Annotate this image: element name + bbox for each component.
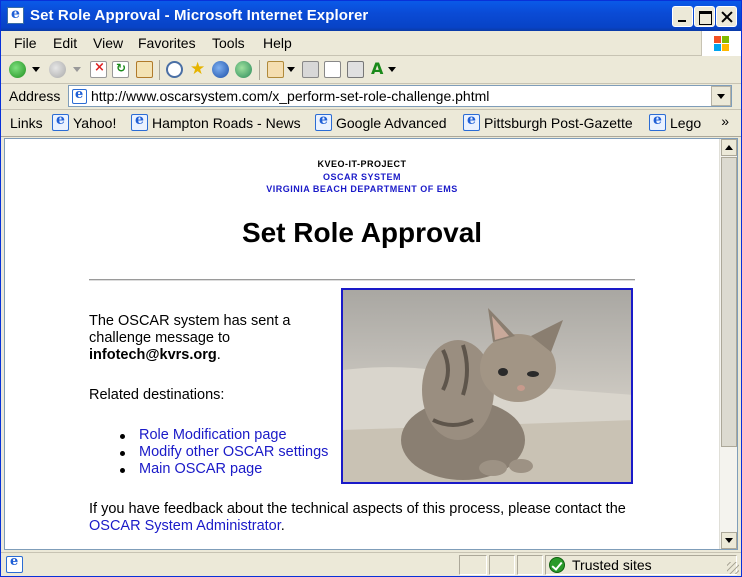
menu-edit[interactable]: Edit [53,35,77,51]
related-destinations-label: Related destinations: [89,387,225,403]
resize-grip-icon[interactable] [727,562,739,574]
link-google-advanced[interactable]: Google Advanced [315,112,447,134]
favorites-star-icon[interactable]: ★ [190,60,207,77]
close-button[interactable] [716,6,737,27]
address-input[interactable]: http://www.oscarsystem.com/x_perform-set… [68,85,732,107]
back-icon[interactable] [9,61,26,78]
related-links-list: Role Modification page Modify other OSCA… [120,427,328,478]
address-url[interactable]: http://www.oscarsystem.com/x_perform-set… [91,88,489,104]
edit-icon[interactable] [324,61,341,78]
menu-bar: File Edit View Favorites Tools Help [1,31,741,56]
menu-help[interactable]: Help [263,35,292,51]
menu-favorites[interactable]: Favorites [138,35,196,51]
minimize-button[interactable] [672,6,693,27]
toolbar-separator [259,60,260,80]
oscar-admin-link[interactable]: OSCAR System Administrator [89,518,281,534]
page-viewport: KVEO-IT-PROJECT OSCAR SYSTEM VIRGINIA BE… [4,138,738,550]
standard-toolbar: × ↻ ★ A [1,56,741,84]
ie-link-icon [463,112,480,131]
media-icon[interactable] [212,61,229,78]
page-content: KVEO-IT-PROJECT OSCAR SYSTEM VIRGINIA BE… [5,139,719,549]
security-zone-label: Trusted sites [572,557,652,573]
mail-icon[interactable] [267,61,284,78]
ie-link-icon [315,112,332,131]
list-item: Role Modification page [120,427,328,444]
challenge-message: The OSCAR system has sent a challenge me… [89,313,291,363]
vertical-scrollbar[interactable] [719,139,737,549]
home-icon[interactable] [136,61,153,78]
stop-icon[interactable]: × [90,60,107,78]
ie-link-icon [131,112,148,131]
title-bar[interactable]: Set Role Approval - Microsoft Internet E… [1,1,741,31]
print-icon[interactable] [302,61,319,78]
links-chevron-icon[interactable]: » [721,113,729,129]
page-status-icon [6,554,23,573]
mail-dropdown-icon[interactable] [287,67,295,72]
link-hampton-roads-news[interactable]: Hampton Roads - News [131,112,301,134]
menu-file[interactable]: File [14,35,37,51]
modify-oscar-settings-link[interactable]: Modify other OSCAR settings [139,444,328,460]
page-icon [72,87,87,104]
ie-app-icon[interactable] [7,6,24,24]
recipient-email: infotech@kvrs.org [89,347,217,363]
messenger-dropdown-icon[interactable] [388,67,396,72]
list-item: Modify other OSCAR settings [120,444,328,461]
kitten-image [341,288,633,484]
status-pane [489,555,515,575]
discuss-icon[interactable] [347,61,364,78]
header-department-link[interactable]: VIRGINIA BEACH DEPARTMENT OF EMS [5,184,719,194]
status-bar: Trusted sites [1,552,741,576]
page-title: Set Role Approval [241,217,483,248]
trusted-sites-icon [549,557,565,573]
scroll-thumb[interactable] [721,157,737,447]
maximize-button[interactable] [694,6,715,27]
menu-view[interactable]: View [93,35,123,51]
horizontal-rule [89,279,635,281]
toolbar-separator [159,60,160,80]
link-pittsburgh-post-gazette[interactable]: Pittsburgh Post-Gazette [463,112,633,134]
history-icon[interactable] [235,61,252,78]
scroll-down-button[interactable] [721,532,737,549]
messenger-icon[interactable]: A [371,59,388,78]
header-project: KVEO-IT-PROJECT [317,159,407,169]
refresh-icon[interactable]: ↻ [112,61,129,78]
search-icon[interactable] [166,61,183,78]
address-label: Address [9,88,61,104]
link-yahoo[interactable]: Yahoo! [52,112,116,134]
menu-tools[interactable]: Tools [212,35,245,51]
link-lego[interactable]: Lego [649,112,701,134]
forward-dropdown-icon[interactable] [73,67,81,72]
scroll-up-button[interactable] [721,139,737,156]
header-system-link[interactable]: OSCAR SYSTEM [5,172,719,182]
role-modification-link[interactable]: Role Modification page [139,427,287,443]
forward-icon[interactable] [49,61,66,78]
main-oscar-page-link[interactable]: Main OSCAR page [139,461,262,477]
links-bar: Links Yahoo! Hampton Roads - News Google… [1,110,741,137]
ie-link-icon [52,112,69,131]
links-label: Links [10,115,43,131]
back-dropdown-icon[interactable] [32,67,40,72]
feedback-text: If you have feedback about the technical… [89,501,626,534]
ie-link-icon [649,112,666,131]
address-bar: Address http://www.oscarsystem.com/x_per… [1,84,741,110]
status-pane [517,555,543,575]
browser-window: Set Role Approval - Microsoft Internet E… [0,0,742,577]
windows-logo-icon [701,31,741,56]
list-item: Main OSCAR page [120,461,328,478]
status-pane [459,555,487,575]
window-title: Set Role Approval - Microsoft Internet E… [30,7,369,24]
address-dropdown-button[interactable] [711,86,731,106]
